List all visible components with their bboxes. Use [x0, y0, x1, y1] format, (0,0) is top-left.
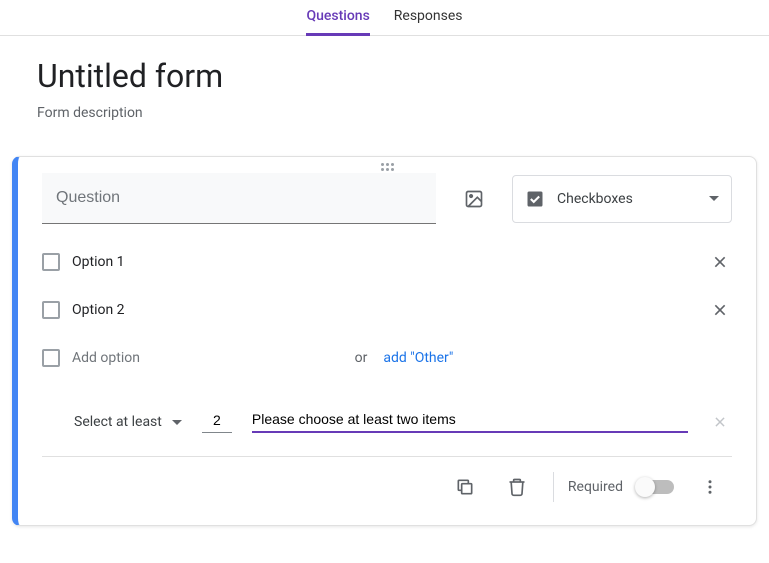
question-footer: Required: [42, 461, 732, 513]
more-vert-icon: [701, 478, 719, 496]
image-icon: [464, 189, 484, 209]
checkbox-checked-icon: [525, 189, 545, 209]
trash-icon: [507, 477, 527, 497]
or-text: or: [355, 350, 368, 366]
delete-button[interactable]: [495, 465, 539, 509]
add-option-button[interactable]: Add option: [72, 350, 339, 366]
close-icon: [712, 254, 728, 270]
checkbox-preview-icon: [42, 253, 60, 271]
option-row: Option 1: [42, 238, 732, 286]
form-description: Form description: [37, 105, 732, 121]
form-title: Untitled form: [37, 57, 732, 95]
validation-number-input[interactable]: [202, 412, 232, 433]
validation-rule-label: Select at least: [74, 414, 162, 430]
option-label[interactable]: Option 2: [72, 302, 696, 318]
question-input[interactable]: [42, 173, 436, 224]
drag-handle-icon[interactable]: [42, 157, 732, 173]
validation-rule-select[interactable]: Select at least: [74, 414, 182, 430]
more-options-button[interactable]: [688, 465, 732, 509]
chevron-down-icon: [172, 420, 182, 425]
add-other-button[interactable]: add "Other": [383, 350, 453, 366]
options-list: Option 1 Option 2 Add option or add "Oth…: [42, 238, 732, 382]
copy-icon: [455, 477, 475, 497]
remove-option-button[interactable]: [708, 298, 732, 322]
question-type-label: Checkboxes: [557, 191, 697, 207]
question-type-select[interactable]: Checkboxes: [512, 175, 732, 223]
top-tabs: Questions Responses: [0, 0, 769, 36]
option-row: Option 2: [42, 286, 732, 334]
duplicate-button[interactable]: [443, 465, 487, 509]
checkbox-preview-icon: [42, 349, 60, 367]
validation-message-input[interactable]: [252, 411, 688, 433]
add-image-button[interactable]: [456, 181, 492, 217]
chevron-down-icon: [709, 196, 719, 201]
required-label: Required: [568, 479, 623, 495]
footer-divider: [42, 456, 732, 457]
close-icon: [712, 302, 728, 318]
form-header-card[interactable]: Untitled form Form description: [12, 36, 757, 144]
close-icon: [713, 415, 727, 429]
tab-questions[interactable]: Questions: [306, 0, 369, 36]
question-card: Checkboxes Option 1 Option 2 Add option …: [12, 156, 757, 526]
validation-row: Select at least: [74, 410, 732, 434]
required-toggle[interactable]: [637, 480, 674, 494]
remove-validation-button[interactable]: [708, 410, 732, 434]
option-label[interactable]: Option 1: [72, 254, 696, 270]
remove-option-button[interactable]: [708, 250, 732, 274]
add-option-row: Add option or add "Other": [42, 334, 732, 382]
vertical-divider: [553, 472, 554, 502]
checkbox-preview-icon: [42, 301, 60, 319]
tab-responses[interactable]: Responses: [394, 0, 463, 36]
